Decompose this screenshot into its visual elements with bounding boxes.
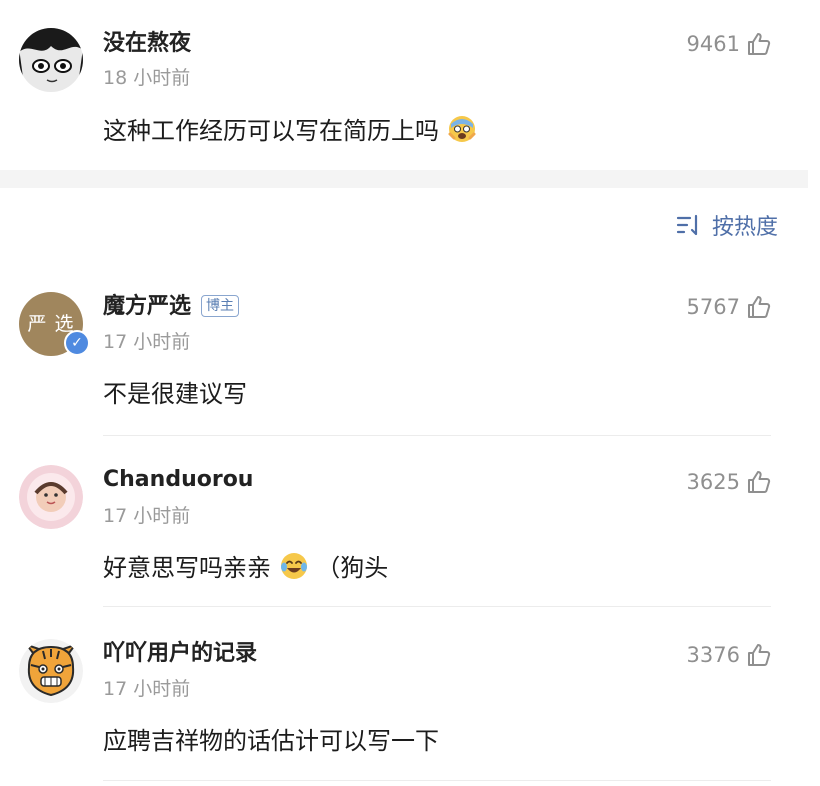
username[interactable]: 没在熬夜 <box>103 30 191 58</box>
thumbs-up-icon <box>748 644 771 666</box>
sort-label: 按热度 <box>711 215 778 240</box>
timestamp: 18 小时前 <box>103 67 191 89</box>
like-button[interactable]: 3625 <box>687 468 772 496</box>
comment-item: 严 选 ✓ 魔方严选 博主 17 小时前 5767 不是很建议写 <box>0 260 808 435</box>
username[interactable]: 吖吖用户的记录 <box>103 640 257 668</box>
comment-text: 不是很建议写 <box>103 380 247 408</box>
comment-text: 应聘吉祥物的话估计可以写一下 <box>103 727 439 755</box>
timestamp: 17 小时前 <box>103 505 191 527</box>
like-button[interactable]: 5767 <box>687 293 772 321</box>
comment-divider <box>103 780 771 781</box>
comment-text: 这种工作经历可以写在简历上吗 <box>103 114 477 147</box>
comment-text: 好意思写吗亲亲 （狗头 <box>103 551 388 584</box>
verified-check-icon: ✓ <box>64 330 90 356</box>
like-count: 3376 <box>686 643 740 667</box>
section-divider <box>0 170 808 188</box>
like-count: 3625 <box>686 470 740 494</box>
avatar[interactable] <box>19 28 83 92</box>
blogger-badge: 博主 <box>201 295 240 317</box>
like-count: 5767 <box>686 295 740 319</box>
timestamp: 17 小时前 <box>103 331 191 353</box>
comment-item: Chanduorou 17 小时前 3625 好意思写吗亲亲 （狗头 <box>0 436 808 606</box>
like-button[interactable]: 3376 <box>687 641 772 669</box>
thumbs-up-icon <box>748 296 771 318</box>
sort-icon <box>676 214 698 236</box>
like-count: 9461 <box>686 32 740 56</box>
sort-button[interactable]: 按热度 <box>676 209 778 241</box>
avatar[interactable] <box>19 639 83 703</box>
avatar[interactable] <box>19 465 83 529</box>
laughing-tears-emoji <box>280 553 307 579</box>
comment-feed: 没在熬夜 18 小时前 9461 这种工作经历可以写在简历上吗 按热度 严 选 … <box>0 0 820 786</box>
timestamp: 17 小时前 <box>103 678 191 700</box>
comment-body: 这种工作经历可以写在简历上吗 <box>103 117 439 145</box>
comment-item: 没在熬夜 18 小时前 9461 这种工作经历可以写在简历上吗 <box>0 0 808 170</box>
username[interactable]: Chanduorou <box>103 466 253 494</box>
username-text: 魔方严选 <box>103 294 192 319</box>
thumbs-up-icon <box>748 33 771 55</box>
comment-body: 好意思写吗亲亲 <box>103 554 271 582</box>
comment-item: 吖吖用户的记录 17 小时前 3376 应聘吉祥物的话估计可以写一下 <box>0 607 808 786</box>
username[interactable]: 魔方严选 博主 <box>103 293 240 321</box>
like-button[interactable]: 9461 <box>687 30 772 58</box>
thumbs-up-icon <box>748 471 771 493</box>
comment-suffix: （狗头 <box>316 554 389 582</box>
scared-face-emoji <box>448 116 476 142</box>
